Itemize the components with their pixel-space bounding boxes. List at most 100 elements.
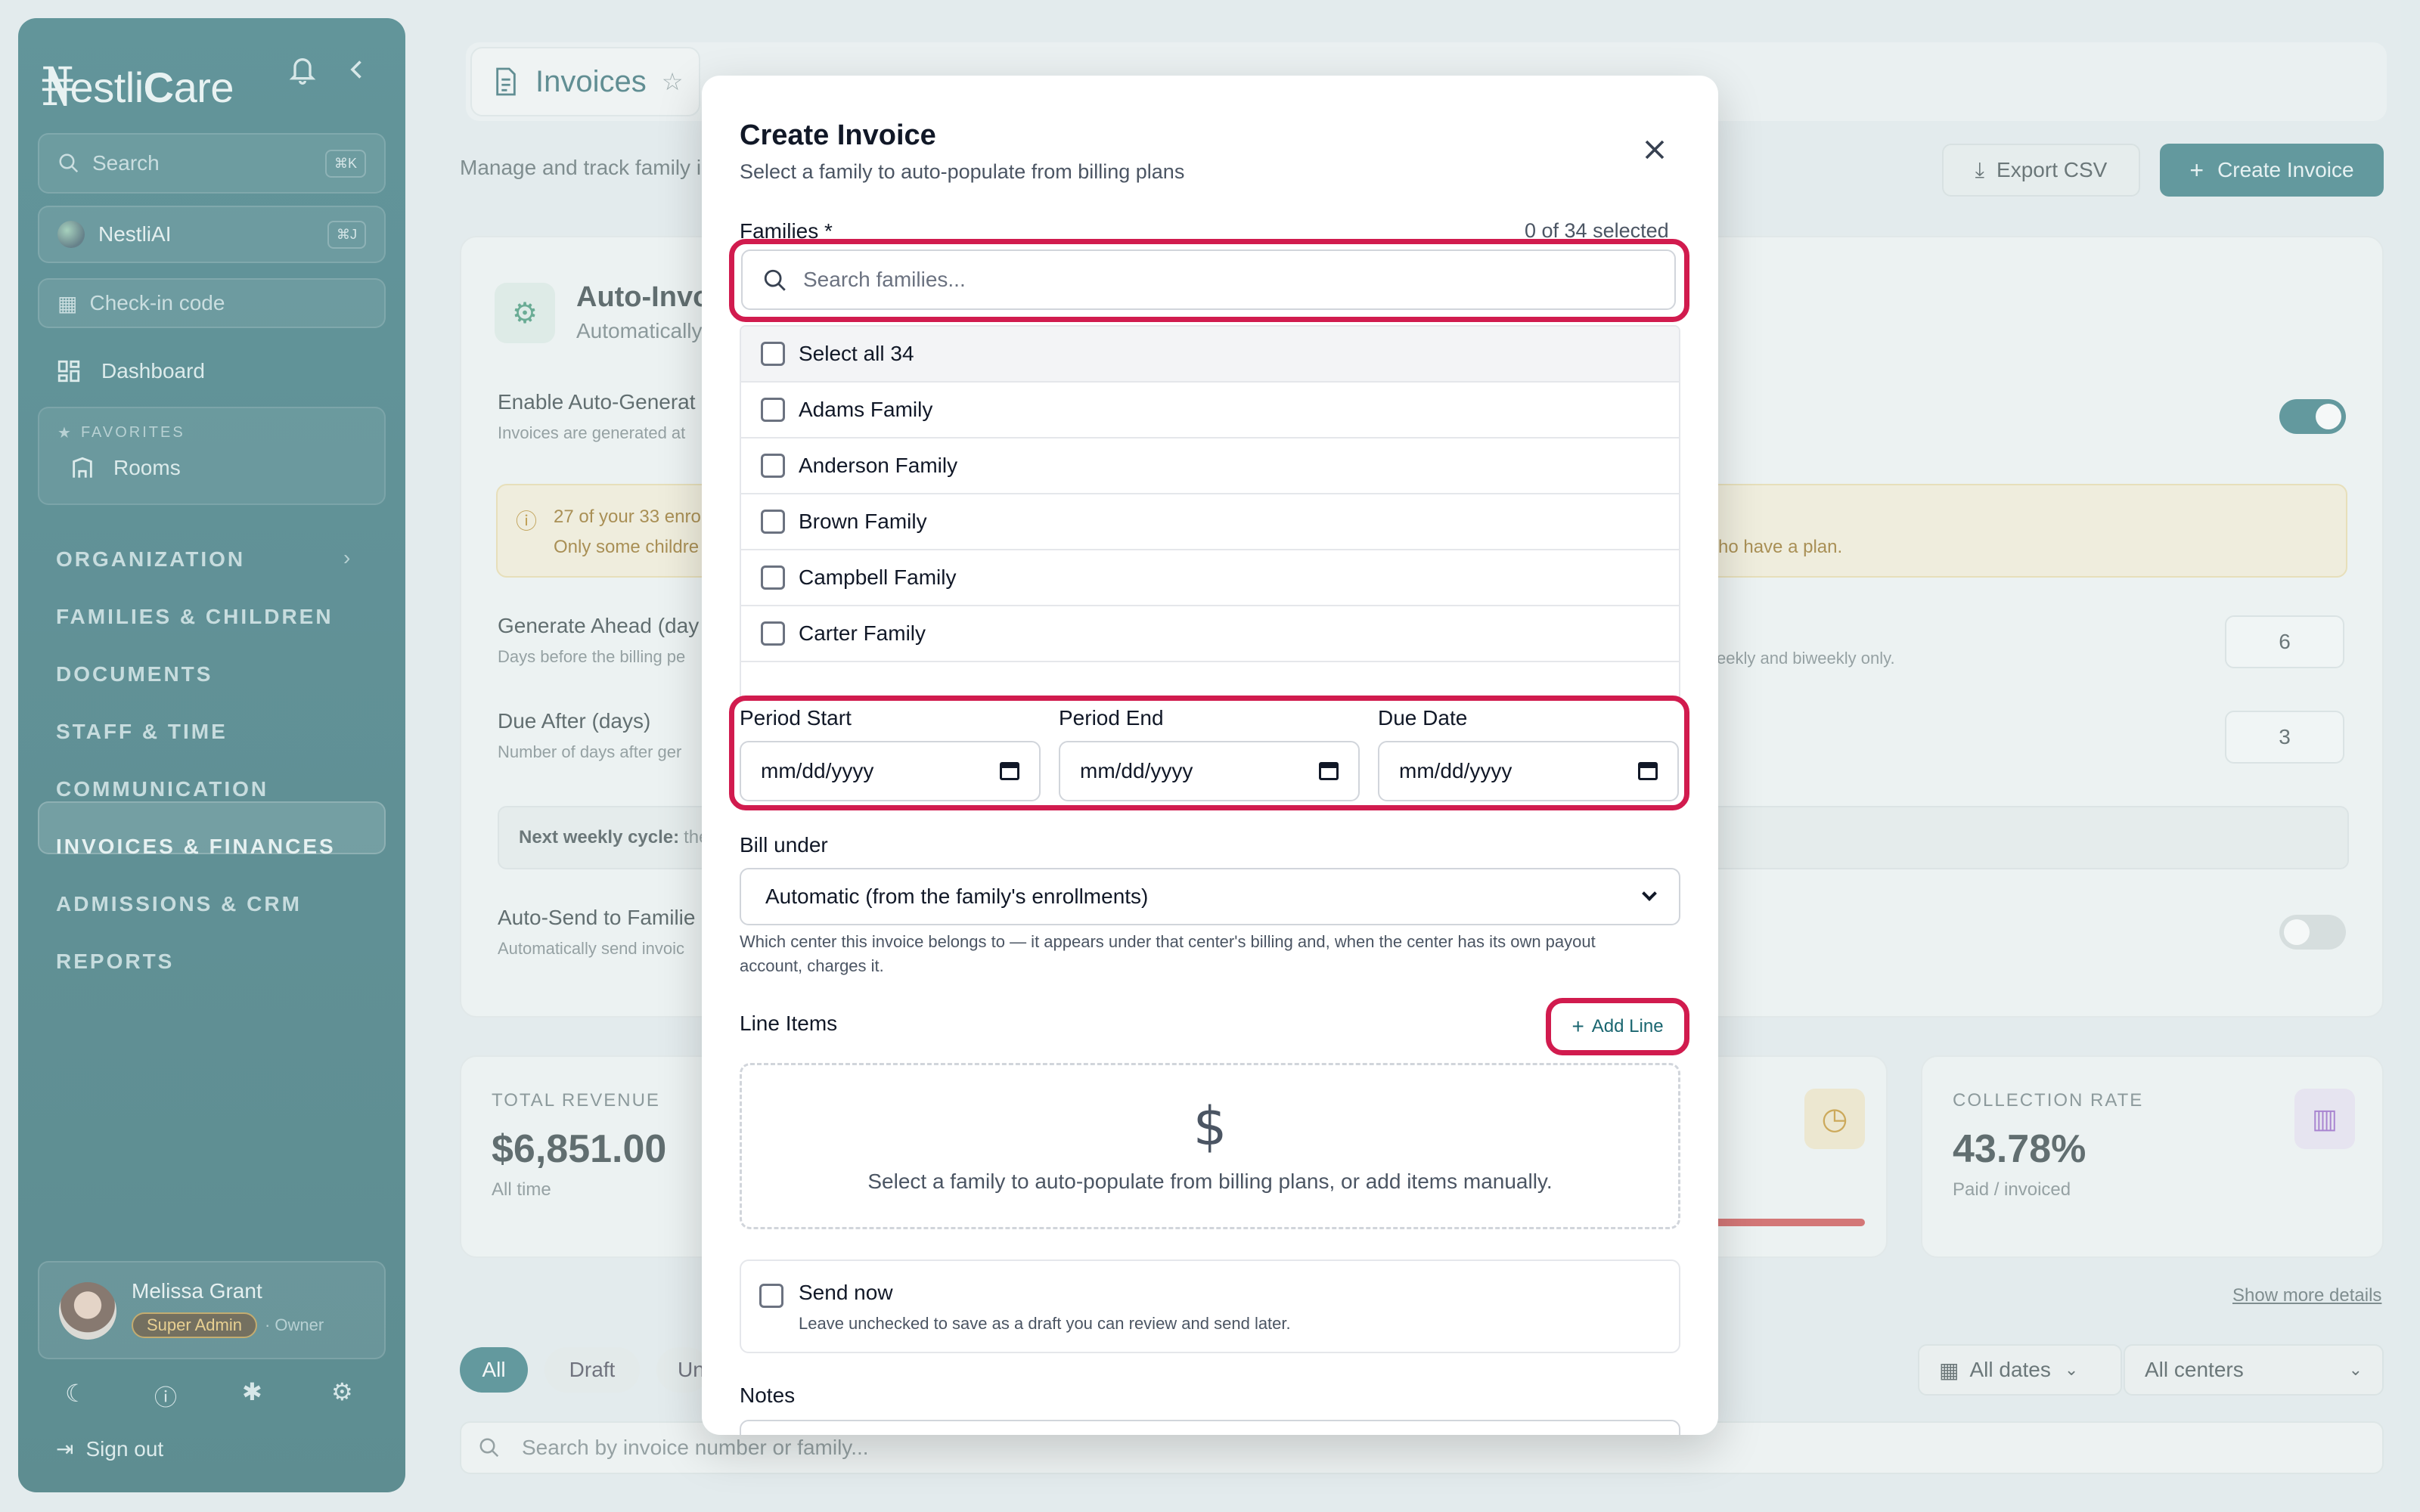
sidebar-item-invoices-finances[interactable]: INVOICES & FINANCES bbox=[56, 835, 336, 859]
moon-icon[interactable]: ☾ bbox=[65, 1379, 87, 1408]
due-after-input[interactable]: 3 bbox=[2225, 711, 2344, 764]
collection-rate-label: COLLECTION RATE bbox=[1953, 1090, 2144, 1111]
sidebar-item-documents[interactable]: DOCUMENTS bbox=[56, 662, 213, 686]
export-csv-button[interactable]: ⤓ Export CSV bbox=[1942, 144, 2140, 197]
sidebar-item-admissions-crm[interactable]: ADMISSIONS & CRM bbox=[56, 892, 302, 916]
rooms-label: Rooms bbox=[113, 456, 181, 479]
invoice-search-placeholder: Search by invoice number or family... bbox=[522, 1436, 869, 1459]
sidebar-item-families-children[interactable]: FAMILIES & CHILDREN bbox=[56, 605, 334, 629]
next-cycle-label: Next weekly cycle: bbox=[519, 827, 680, 847]
date-placeholder: mm/dd/yyyy bbox=[1080, 759, 1193, 782]
dashboard-icon bbox=[57, 360, 80, 383]
centers-select[interactable]: All centers ⌄ bbox=[2124, 1344, 2384, 1396]
checkbox[interactable] bbox=[761, 510, 785, 534]
list-item-label: Select all 34 bbox=[799, 342, 914, 365]
stat-collection-rate: COLLECTION RATE ▥ 43.78% Paid / invoiced bbox=[1921, 1055, 2384, 1258]
list-item[interactable]: Campbell Family bbox=[741, 550, 1679, 606]
enable-auto-toggle[interactable] bbox=[2279, 399, 2346, 434]
total-revenue-value: $6,851.00 bbox=[492, 1127, 667, 1171]
list-item[interactable]: Adams Family bbox=[741, 383, 1679, 438]
checkin-code-button[interactable]: ▦ Check-in code bbox=[38, 278, 386, 328]
dates-filter[interactable]: ▦ All dates ⌄ bbox=[1918, 1344, 2122, 1396]
sidebar-item-staff-time[interactable]: STAFF & TIME bbox=[56, 720, 228, 744]
list-item[interactable]: Anderson Family bbox=[741, 438, 1679, 494]
period-end-input[interactable]: mm/dd/yyyy bbox=[1059, 741, 1360, 801]
tab-invoices[interactable]: Invoices ☆ bbox=[470, 47, 700, 116]
period-start-input[interactable]: mm/dd/yyyy bbox=[740, 741, 1041, 801]
settings-gear-icon[interactable]: ⚙ bbox=[331, 1377, 353, 1406]
checkbox[interactable] bbox=[761, 454, 785, 478]
tab-invoices-label: Invoices bbox=[535, 64, 647, 98]
sidebar: ₦ estliCare Search ⌘K NestliAI ⌘J ▦ Chec… bbox=[18, 18, 405, 1492]
send-now-checkbox[interactable] bbox=[759, 1284, 783, 1308]
chevron-down-icon: ⌄ bbox=[2064, 1360, 2079, 1379]
sign-out-button[interactable]: ⇥ Sign out bbox=[56, 1436, 163, 1461]
generate-ahead-input[interactable]: 6 bbox=[2225, 615, 2344, 668]
user-name: Melissa Grant bbox=[132, 1279, 262, 1303]
calendar-icon[interactable] bbox=[1319, 762, 1339, 780]
checkbox[interactable] bbox=[761, 565, 785, 590]
enable-auto-label: Enable Auto-Generat bbox=[498, 390, 696, 414]
sidebar-search[interactable]: Search ⌘K bbox=[38, 133, 386, 194]
bill-under-select[interactable]: Automatic (from the family's enrollments… bbox=[740, 868, 1680, 925]
select-all-row[interactable]: Select all 34 bbox=[741, 327, 1679, 383]
dates-filter-label: All dates bbox=[1969, 1358, 2051, 1381]
family-search-input[interactable]: Search families... bbox=[741, 249, 1676, 310]
modal-title: Create Invoice bbox=[740, 119, 936, 151]
sidebar-item-organization[interactable]: ORGANIZATION bbox=[56, 547, 245, 572]
send-now-option[interactable]: Send now Leave unchecked to save as a dr… bbox=[740, 1259, 1680, 1353]
show-more-link[interactable]: Show more details bbox=[2232, 1285, 2381, 1306]
sidebar-item-reports[interactable]: REPORTS bbox=[56, 950, 174, 974]
checkbox[interactable] bbox=[761, 621, 785, 646]
checkbox[interactable] bbox=[761, 398, 785, 422]
close-icon[interactable] bbox=[1638, 133, 1671, 166]
send-now-desc: Leave unchecked to save as a draft you c… bbox=[799, 1314, 1291, 1333]
period-start-label: Period Start bbox=[740, 706, 852, 730]
sidebar-item-rooms[interactable]: Rooms bbox=[70, 455, 181, 481]
add-line-label: Add Line bbox=[1591, 1016, 1664, 1036]
generate-ahead-desc: Days before the billing pe bbox=[498, 647, 686, 666]
create-invoice-button[interactable]: + Create Invoice bbox=[2160, 144, 2384, 197]
collapse-sidebar-icon[interactable] bbox=[343, 53, 371, 93]
calendar-icon[interactable] bbox=[1638, 762, 1658, 780]
date-placeholder: mm/dd/yyyy bbox=[1399, 759, 1512, 782]
sign-out-icon: ⇥ bbox=[56, 1437, 74, 1461]
role-badge: Super Admin bbox=[132, 1312, 257, 1338]
search-icon bbox=[479, 1438, 499, 1458]
collection-rate-value: 43.78% bbox=[1953, 1127, 2086, 1171]
help-icon[interactable]: ⓘ bbox=[154, 1379, 177, 1412]
empty-state-message: Select a family to auto-populate from bi… bbox=[867, 1170, 1553, 1193]
star-icon: ★ bbox=[57, 425, 73, 442]
star-outline-icon[interactable]: ☆ bbox=[662, 67, 684, 96]
user-card[interactable]: Melissa Grant Super Admin · Owner bbox=[38, 1261, 386, 1359]
checkbox[interactable] bbox=[761, 342, 785, 366]
due-date-input[interactable]: mm/dd/yyyy bbox=[1378, 741, 1679, 801]
sidebar-item-communication[interactable]: COMMUNICATION bbox=[56, 777, 268, 801]
bug-icon[interactable]: ✱ bbox=[242, 1377, 262, 1406]
add-line-button[interactable]: + Add Line bbox=[1552, 1005, 1683, 1049]
auto-send-toggle[interactable] bbox=[2279, 915, 2346, 950]
clock-icon: ◷ bbox=[1804, 1089, 1865, 1149]
notes-label: Notes bbox=[740, 1383, 796, 1407]
due-after-desc: Number of days after ger bbox=[498, 742, 682, 761]
avatar bbox=[59, 1282, 116, 1340]
sidebar-item-dashboard[interactable]: Dashboard bbox=[56, 358, 205, 384]
app-logo[interactable]: ₦ estliCare bbox=[41, 56, 234, 118]
send-now-label: Send now bbox=[799, 1281, 893, 1304]
calendar-icon[interactable] bbox=[1000, 762, 1019, 780]
list-item[interactable]: Brown Family bbox=[741, 494, 1679, 550]
filter-all[interactable]: All bbox=[460, 1347, 528, 1393]
warning-line-2: Only some childre bbox=[554, 537, 700, 557]
notes-textarea[interactable] bbox=[740, 1420, 1680, 1435]
filter-draft[interactable]: Draft bbox=[544, 1347, 640, 1393]
list-item[interactable]: Carter Family bbox=[741, 606, 1679, 662]
nestli-ai-button[interactable]: NestliAI ⌘J bbox=[38, 206, 386, 263]
plus-icon: + bbox=[2189, 156, 2204, 184]
auto-invoice-title: Auto-Invo bbox=[576, 281, 711, 313]
bell-icon[interactable] bbox=[287, 53, 318, 93]
family-search-placeholder: Search families... bbox=[803, 268, 966, 291]
centers-select-label: All centers bbox=[2145, 1358, 2244, 1381]
search-icon bbox=[59, 153, 79, 173]
ai-label: NestliAI bbox=[98, 222, 172, 246]
chevron-down-icon: ⌄ bbox=[2348, 1360, 2363, 1379]
